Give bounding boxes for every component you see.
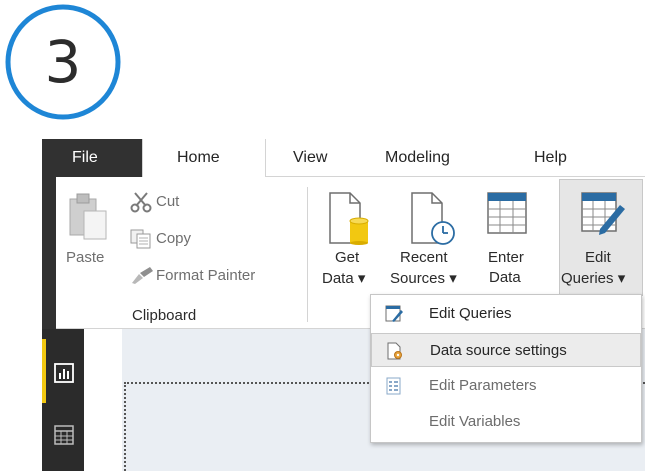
- recent-sources-dropdown[interactable]: Sources ▾: [390, 269, 457, 287]
- menu-item-edit-parameters[interactable]: Edit Parameters: [371, 369, 641, 403]
- ribbon-tab-bar: File Home View Modeling Help: [42, 139, 645, 178]
- data-source-settings-icon: [387, 342, 402, 360]
- menu-item-label: Edit Variables: [429, 413, 521, 430]
- cut-icon: [130, 192, 152, 213]
- clipboard-group-label: Clipboard: [132, 307, 197, 324]
- data-view-icon[interactable]: [54, 425, 74, 445]
- tab-modeling[interactable]: Modeling: [385, 139, 450, 177]
- tab-file[interactable]: File: [42, 139, 142, 177]
- recent-sources-label-1[interactable]: Recent: [400, 249, 448, 266]
- step-number: 3: [44, 28, 82, 96]
- tab-home[interactable]: Home: [142, 139, 266, 178]
- format-painter-button[interactable]: Format Painter: [156, 267, 255, 284]
- menu-item-label: Data source settings: [430, 342, 567, 359]
- edit-queries-dropdown-menu: Edit Queries Data source settings Edit P…: [370, 294, 642, 443]
- tab-help[interactable]: Help: [534, 139, 567, 177]
- power-bi-window: File Home View Modeling Help Paste Cut C…: [42, 139, 645, 471]
- menu-item-data-source-settings[interactable]: Data source settings: [371, 333, 641, 367]
- get-data-icon: [329, 192, 369, 245]
- left-nav-active-indicator: [42, 339, 46, 403]
- enter-data-label-2[interactable]: Data: [489, 269, 521, 286]
- menu-item-label: Edit Parameters: [429, 377, 537, 394]
- menu-item-edit-queries[interactable]: Edit Queries: [371, 297, 641, 331]
- paste-button[interactable]: Paste: [66, 249, 104, 266]
- menu-item-label: Edit Queries: [429, 305, 512, 322]
- paste-icon: [69, 193, 107, 240]
- edit-queries-icon: [385, 305, 403, 322]
- tab-view[interactable]: View: [293, 139, 327, 177]
- ribbon-left-strip: [42, 177, 56, 329]
- edit-queries-dropdown[interactable]: Queries ▾: [561, 269, 625, 287]
- edit-parameters-icon: [386, 377, 401, 395]
- report-view-icon[interactable]: [54, 363, 74, 383]
- recent-sources-icon: [411, 192, 455, 245]
- left-nav-bar: [42, 329, 84, 471]
- get-data-label-1[interactable]: Get: [335, 249, 359, 266]
- copy-icon: [130, 229, 151, 249]
- cut-button[interactable]: Cut: [156, 193, 179, 210]
- edit-queries-label-1[interactable]: Edit: [585, 249, 611, 266]
- format-painter-icon: [132, 267, 153, 284]
- group-separator: [307, 187, 308, 322]
- menu-item-edit-variables[interactable]: Edit Variables: [371, 405, 641, 439]
- edit-queries-icon: [581, 192, 625, 235]
- get-data-dropdown[interactable]: Data ▾: [322, 269, 365, 287]
- copy-button[interactable]: Copy: [156, 230, 191, 247]
- enter-data-label-1[interactable]: Enter: [488, 249, 524, 266]
- enter-data-icon: [487, 192, 527, 234]
